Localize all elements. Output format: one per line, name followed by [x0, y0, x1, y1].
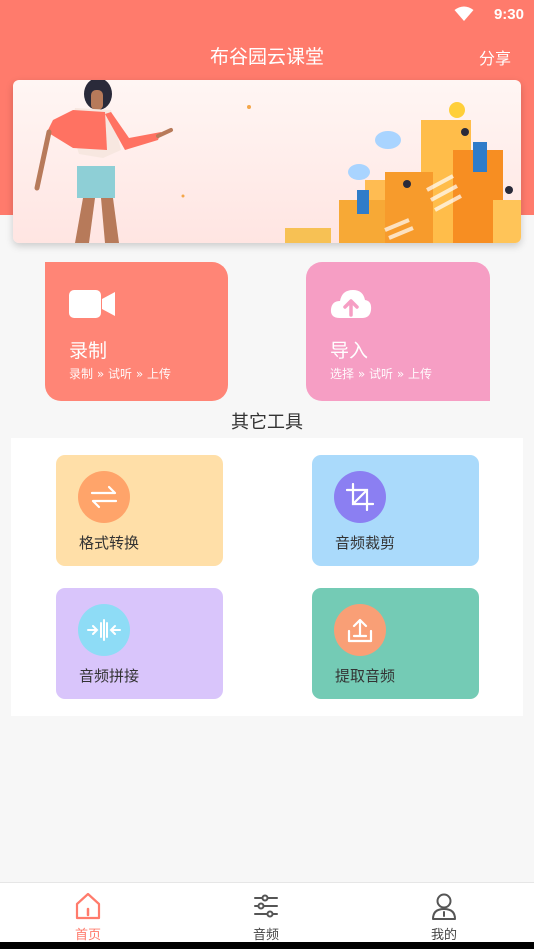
system-navigation-bar — [0, 942, 534, 949]
other-tools-title: 其它工具 — [231, 412, 303, 433]
home-icon — [73, 891, 103, 925]
user-icon — [429, 891, 459, 925]
record-steps: 录制 » 试听 » 上传 — [69, 367, 172, 381]
record-title: 录制 — [69, 340, 108, 362]
tool-label: 音频拼接 — [79, 667, 140, 685]
format-convert-button[interactable]: 格式转换 — [56, 455, 223, 566]
convert-arrows-icon — [78, 471, 130, 523]
app-title: 布谷园云课堂 — [209, 46, 324, 68]
status-time: 9:30 — [493, 6, 524, 23]
nav-home[interactable]: 首页 — [28, 883, 148, 943]
audio-crop-button[interactable]: 音频裁剪 — [312, 455, 479, 566]
video-camera-icon — [69, 288, 115, 324]
cloud-upload-icon — [330, 288, 372, 324]
extract-upload-icon — [334, 604, 386, 656]
tool-label: 音频裁剪 — [335, 534, 396, 552]
nav-audio-label: 音频 — [252, 928, 279, 943]
audio-merge-button[interactable]: 音频拼接 — [56, 588, 223, 699]
wifi-icon — [454, 6, 474, 26]
extract-audio-button[interactable]: 提取音频 — [312, 588, 479, 699]
import-steps: 选择 » 试听 » 上传 — [330, 367, 433, 381]
nav-mine[interactable]: 我的 — [384, 883, 504, 943]
nav-mine-label: 我的 — [430, 928, 457, 943]
tools-panel: 格式转换 音频裁剪 音频拼接 提取音频 — [11, 438, 523, 716]
import-title: 导入 — [330, 340, 369, 362]
tool-label: 格式转换 — [79, 534, 140, 552]
merge-audio-icon — [78, 604, 130, 656]
banner-illustration[interactable] — [13, 80, 521, 243]
status-bar: 9:30 — [0, 0, 534, 30]
nav-home-label: 首页 — [74, 928, 101, 943]
share-button[interactable]: 分享 — [479, 45, 511, 69]
nav-audio[interactable]: 音频 — [206, 883, 326, 943]
import-card[interactable]: 导入 选择 » 试听 » 上传 — [306, 262, 490, 401]
bottom-navigation: 首页 音频 我的 — [0, 882, 534, 943]
record-card[interactable]: 录制 录制 » 试听 » 上传 — [45, 262, 228, 401]
sliders-icon — [251, 891, 281, 925]
tool-label: 提取音频 — [335, 667, 396, 685]
crop-icon — [334, 471, 386, 523]
